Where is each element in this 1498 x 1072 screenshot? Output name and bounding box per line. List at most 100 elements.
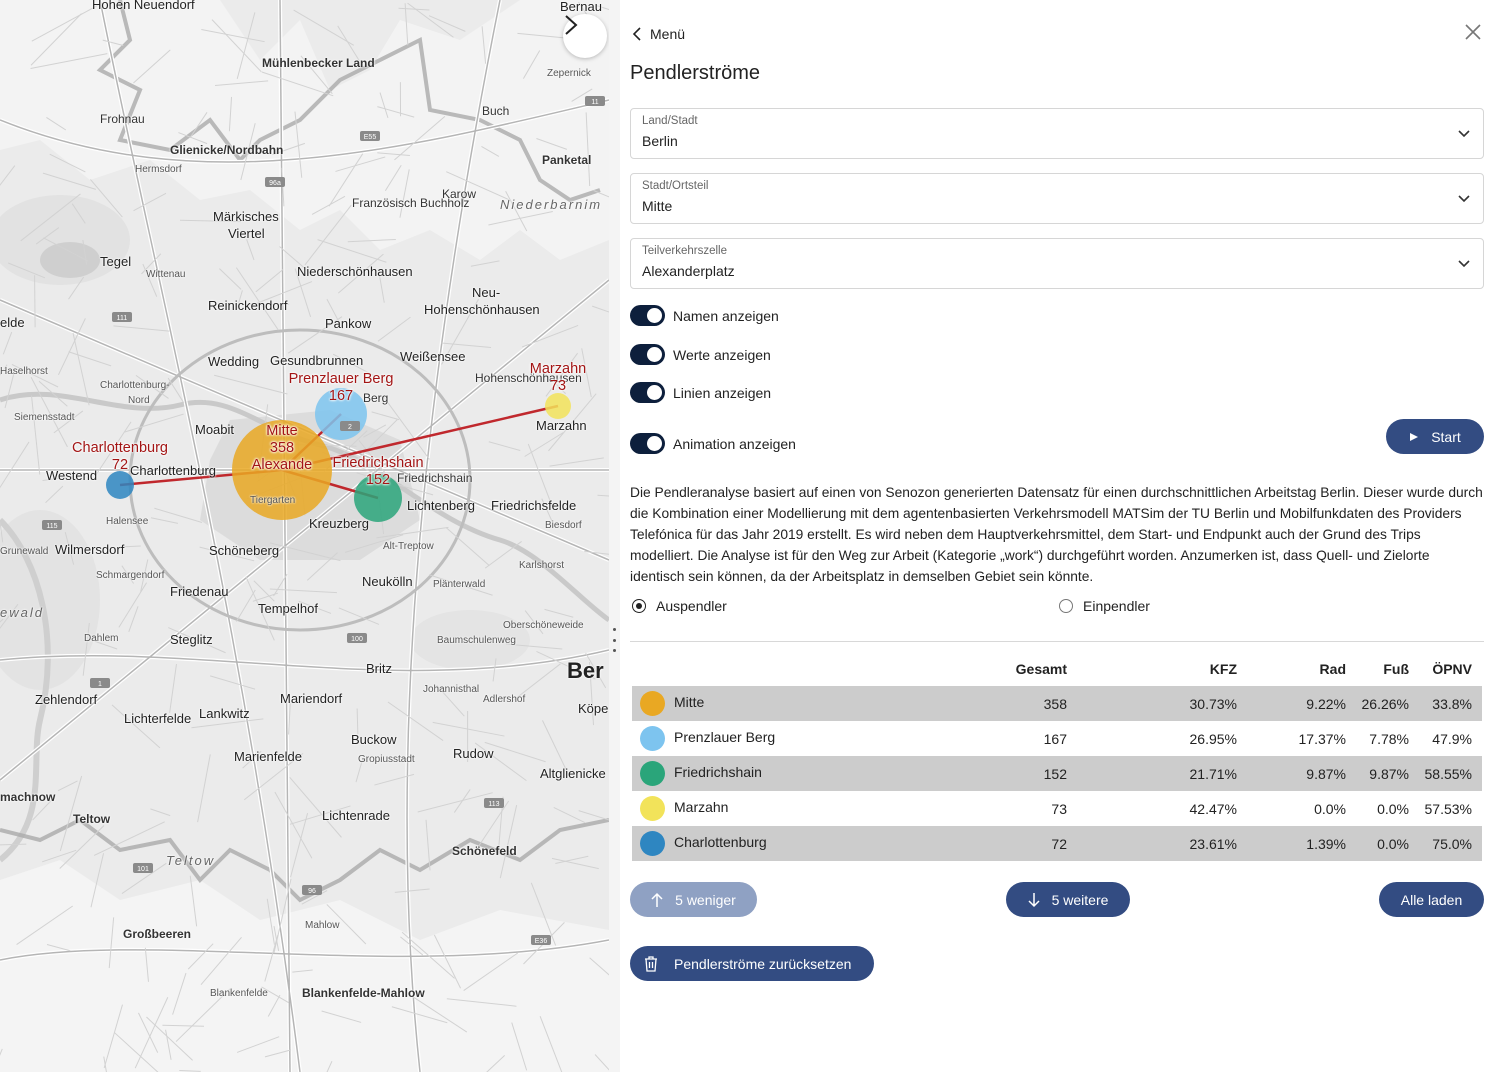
map-place-label: Biesdorf xyxy=(545,520,582,531)
map-place-label: Karow xyxy=(442,187,477,201)
svg-text:115: 115 xyxy=(46,523,57,530)
flow-bubble[interactable] xyxy=(545,393,571,419)
flow-label-name: Mitte xyxy=(266,423,298,439)
road-number-shield: 96a xyxy=(265,177,285,187)
row-name-label: Prenzlauer Berg xyxy=(674,729,776,746)
select-stadt-ortsteil-label: Stadt/Ortsteil xyxy=(642,180,709,192)
toggle-lines[interactable] xyxy=(630,382,665,403)
map-place-label: Pankow xyxy=(325,316,372,331)
flow-label-extra: Alexande xyxy=(251,457,313,473)
map-place-label: Großbeeren xyxy=(123,927,192,941)
map-canvas[interactable]: E5596a1111111510096101113E3612 xyxy=(0,0,609,1072)
reset-flows-label: Pendlerströme zurücksetzen xyxy=(674,955,852,972)
svg-text:111: 111 xyxy=(117,315,128,322)
radio-auspendler-control[interactable] xyxy=(632,599,646,613)
map-place-label: Panketal xyxy=(542,153,592,167)
radio-auspendler[interactable]: Auspendler xyxy=(632,598,727,614)
map-place-label: Rudow xyxy=(453,746,494,761)
map-place-label: Tempelhof xyxy=(258,601,318,616)
svg-text:101: 101 xyxy=(137,866,149,873)
row-name-label: Charlottenburg xyxy=(674,834,767,851)
map-place-label: Johannisthal xyxy=(423,684,480,695)
select-land-stadt[interactable]: Land/Stadt Berlin xyxy=(630,108,1484,159)
radio-einpendler-label: Einpendler xyxy=(1083,598,1150,614)
flow-label: Mitte 358 Alexande xyxy=(252,423,312,474)
map-place-label: Hohen Neuendorf xyxy=(92,0,195,12)
map-place-label: Bernau xyxy=(560,0,602,14)
arrow-up-icon xyxy=(651,892,663,907)
map-place-label: Wittenau xyxy=(146,269,186,280)
header-gesamt: Gesamt xyxy=(1015,661,1067,677)
color-dot-icon xyxy=(640,796,665,821)
road-number-shield: 115 xyxy=(42,520,62,530)
map-place-label: Märkisches xyxy=(213,209,279,224)
header-name xyxy=(632,652,932,686)
row-gesamt: 72 xyxy=(932,826,1077,861)
table-row: Prenzlauer Berg 167 26.95% 17.37% 7.78% 47.9% xyxy=(632,721,1482,756)
map-next-button[interactable] xyxy=(563,14,607,58)
header-rad: Rad xyxy=(1319,661,1346,677)
show-more-button[interactable]: 5 weitere xyxy=(1006,882,1130,917)
row-gesamt: 167 xyxy=(1043,730,1067,747)
map-place-label: Siemensstadt xyxy=(14,412,75,423)
map-place-label: Moabit xyxy=(195,422,235,437)
row-oepnv: 58.55% xyxy=(1419,756,1482,791)
map-place-label: Baumschulenweg xyxy=(437,635,516,646)
row-fuss: 7.78% xyxy=(1369,730,1409,747)
flow-label-value: 73 xyxy=(549,378,567,394)
toggle-values-label: Werte anzeigen xyxy=(673,346,771,363)
start-button[interactable]: Start xyxy=(1386,419,1484,454)
page-title: Pendlerströme xyxy=(630,62,761,84)
map-place-label: Karlshorst xyxy=(519,560,565,571)
header-fuss: Fuß xyxy=(1383,661,1409,677)
map-place-label: Hermsdorf xyxy=(135,164,182,175)
toggle-row-lines: Linien anzeigen xyxy=(630,382,771,403)
map-place-label: Viertel xyxy=(228,226,265,241)
select-land-stadt-value: Berlin xyxy=(642,133,678,149)
toggle-names[interactable] xyxy=(630,305,665,326)
toggle-row-values: Werte anzeigen xyxy=(630,344,771,365)
show-less-button[interactable]: 5 weniger xyxy=(630,882,757,917)
back-menu-button[interactable]: Menü xyxy=(632,26,685,42)
road-number-shield: 101 xyxy=(133,863,153,873)
map-place-label: Hohenschönhausen xyxy=(424,302,540,317)
map-place-label: Glienicke/Nordbahn xyxy=(170,143,284,157)
flow-label-name: Prenzlauer Berg xyxy=(288,371,394,387)
row-fuss: 9.87% xyxy=(1356,756,1419,791)
table-header-row: Gesamt KFZ Rad Fuß ÖPNV xyxy=(632,652,1482,686)
map-view[interactable]: E55 96a 11 111 115 100 96 101 113 E36 1 2 Hohen Neu… xyxy=(0,0,609,1072)
road-number-shield: 11 xyxy=(585,96,605,106)
svg-text:113: 113 xyxy=(488,801,499,808)
row-gesamt: 358 xyxy=(932,686,1077,721)
chevron-down-icon xyxy=(1458,260,1470,268)
close-button[interactable] xyxy=(1463,22,1483,42)
panel-resize-handle[interactable] xyxy=(609,0,620,1072)
toggle-values[interactable] xyxy=(630,344,665,365)
flow-label: Charlottenburg 72 xyxy=(72,440,168,474)
map-place-label: Altglienicke xyxy=(540,766,606,781)
map-place-label: Wedding xyxy=(208,354,260,369)
map-place-label: Mahlow xyxy=(305,920,340,931)
radio-einpendler-control[interactable] xyxy=(1059,599,1073,613)
row-kfz: 30.73% xyxy=(1077,686,1247,721)
load-all-button[interactable]: Alle laden xyxy=(1379,882,1484,917)
select-teilverkehrszelle[interactable]: Teilverkehrszelle Alexanderplatz xyxy=(630,238,1484,289)
drag-dots-icon xyxy=(612,628,616,652)
close-icon xyxy=(1465,24,1481,40)
show-less-label: 5 weniger xyxy=(675,891,736,908)
svg-text:1: 1 xyxy=(98,681,102,688)
map-place-label: Alt-Treptow xyxy=(383,541,434,552)
flow-label-name: Charlottenburg xyxy=(72,440,168,456)
toggle-animation[interactable] xyxy=(630,433,665,454)
svg-text:E55: E55 xyxy=(364,134,377,141)
svg-text:2: 2 xyxy=(348,424,352,431)
color-dot-icon xyxy=(640,691,665,716)
select-stadt-ortsteil[interactable]: Stadt/Ortsteil Mitte xyxy=(630,173,1484,224)
reset-flows-button[interactable]: Pendlerströme zurücksetzen xyxy=(630,946,874,981)
map-place-label: Teltow xyxy=(166,853,216,868)
header-kfz: KFZ xyxy=(1209,661,1237,677)
svg-text:96a: 96a xyxy=(269,180,281,187)
trash-icon xyxy=(645,955,657,972)
radio-einpendler[interactable]: Einpendler xyxy=(1059,598,1150,614)
row-name: Mitte xyxy=(632,686,932,721)
